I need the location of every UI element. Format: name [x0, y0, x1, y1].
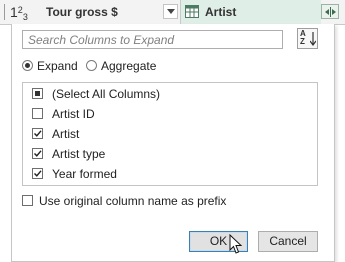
column-header-artist[interactable]: Artist — [163, 0, 321, 24]
prefix-option-label: Use original column name as prefix — [39, 194, 227, 208]
expand-columns-panel: AZ Expand Aggregate (Select All Columns)… — [11, 24, 335, 262]
artist-id-checkbox[interactable] — [32, 108, 43, 119]
expand-columns-button[interactable] — [321, 4, 339, 19]
sort-az-button[interactable]: AZ — [297, 28, 318, 49]
column-list: (Select All Columns) Artist ID Artist Ar… — [22, 82, 318, 186]
mouse-pointer-icon — [229, 234, 243, 254]
list-item-label: Artist — [52, 127, 80, 141]
prefix-checkbox[interactable] — [22, 195, 33, 206]
expand-columns-icon — [325, 7, 336, 17]
checkmark-icon — [34, 130, 42, 137]
artist-type-checkbox[interactable] — [32, 148, 43, 159]
aggregate-radio-option[interactable]: Aggregate — [86, 58, 186, 74]
list-item-year-formed[interactable]: Year formed — [23, 164, 317, 184]
search-columns-input[interactable] — [22, 30, 283, 49]
year-formed-checkbox[interactable] — [32, 168, 43, 179]
artist-checkbox[interactable] — [32, 128, 43, 139]
down-arrow-icon — [310, 32, 316, 46]
chevron-down-icon — [167, 9, 175, 14]
cancel-button[interactable]: Cancel — [258, 231, 318, 252]
prefix-option[interactable]: Use original column name as prefix — [22, 193, 318, 209]
checkmark-icon — [34, 150, 42, 157]
list-item-artist-id[interactable]: Artist ID — [23, 104, 317, 124]
number-type-icon[interactable]: 123 — [10, 4, 28, 22]
column-edge-icon — [0, 4, 5, 20]
list-item-artist[interactable]: Artist — [23, 124, 317, 144]
list-item-artist-type[interactable]: Artist type — [23, 144, 317, 164]
aggregate-radio-label: Aggregate — [101, 59, 157, 73]
expand-radio-label: Expand — [37, 59, 78, 73]
column-title-tour-gross: Tour gross $ — [46, 5, 118, 19]
list-item-label: (Select All Columns) — [52, 87, 161, 101]
column-header-strip: 123 Tour gross $ Artist — [0, 0, 345, 25]
expand-radio[interactable] — [22, 60, 33, 71]
aggregate-radio[interactable] — [86, 60, 97, 71]
list-item-label: Artist type — [52, 147, 106, 161]
artist-type-dropdown-button[interactable] — [163, 4, 178, 19]
column-title-artist: Artist — [205, 5, 237, 19]
table-icon — [185, 5, 199, 18]
sort-az-icon: AZ — [300, 29, 306, 46]
list-item-select-all[interactable]: (Select All Columns) — [23, 84, 317, 104]
select-all-checkbox[interactable] — [32, 88, 43, 99]
checkmark-icon — [34, 170, 42, 177]
list-item-label: Year formed — [52, 167, 117, 181]
list-item-label: Artist ID — [52, 107, 95, 121]
column-header-tour-gross[interactable]: 123 Tour gross $ — [0, 0, 181, 24]
